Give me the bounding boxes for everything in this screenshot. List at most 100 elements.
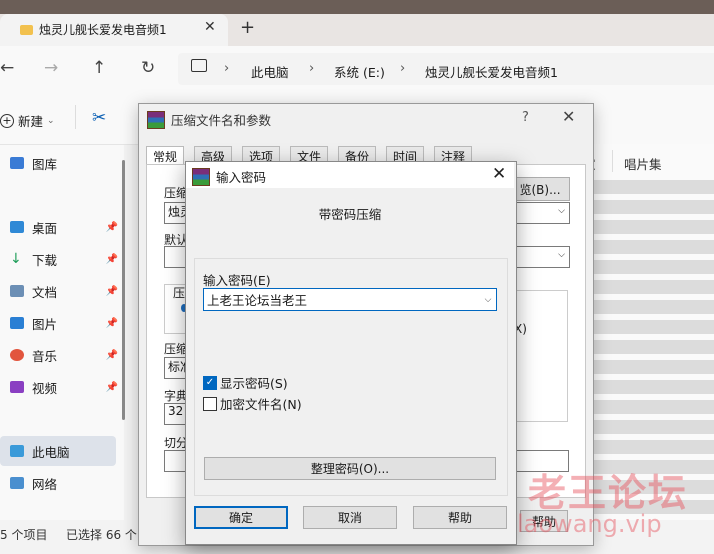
chevron-down-icon: ⌵ bbox=[558, 206, 565, 216]
options-group bbox=[515, 290, 568, 422]
watermark-url: laowang.vip bbox=[517, 510, 662, 538]
file-row-placeholder[interactable] bbox=[591, 240, 714, 254]
network-icon bbox=[10, 477, 24, 489]
winrar-icon bbox=[192, 167, 210, 186]
organize-passwords-button[interactable]: 整理密码(O)... bbox=[204, 457, 496, 480]
file-row-placeholder[interactable] bbox=[591, 360, 714, 374]
sidebar-item-videos[interactable]: 视频 📌 bbox=[10, 375, 118, 399]
column-header-album[interactable]: 唱片集 bbox=[624, 154, 662, 173]
pin-icon: 📌 bbox=[105, 285, 118, 297]
sidebar-item-label: 下载 bbox=[32, 252, 58, 268]
pin-icon: 📌 bbox=[105, 381, 118, 393]
tab-title[interactable]: 烛灵儿舰长爱发电音频1 bbox=[20, 21, 167, 38]
sidebar-item-this-pc[interactable]: 此电脑 bbox=[10, 439, 118, 463]
file-row-placeholder[interactable] bbox=[591, 220, 714, 234]
encrypt-filenames-checkbox[interactable]: 加密文件名(N) bbox=[203, 394, 302, 413]
chevron-down-icon[interactable]: ⌵ bbox=[480, 295, 496, 305]
show-password-label: 显示密码(S) bbox=[220, 376, 288, 391]
sidebar-item-desktop[interactable]: 桌面 📌 bbox=[10, 215, 118, 239]
file-row-placeholder[interactable] bbox=[591, 320, 714, 334]
file-row-placeholder[interactable] bbox=[591, 340, 714, 354]
close-icon[interactable]: ✕ bbox=[562, 107, 575, 126]
sidebar-item-label: 音乐 bbox=[32, 348, 58, 364]
sidebar-item-label: 图库 bbox=[32, 156, 58, 172]
sidebar-item-label: 此电脑 bbox=[32, 444, 70, 460]
close-icon[interactable]: ✕ bbox=[492, 164, 506, 184]
music-icon bbox=[10, 349, 24, 361]
new-tab-button[interactable]: + bbox=[240, 17, 255, 38]
file-row-placeholder[interactable] bbox=[591, 440, 714, 454]
sidebar-item-label: 桌面 bbox=[32, 220, 58, 236]
dictionary-size-value: 32 bbox=[168, 404, 184, 418]
file-row-placeholder[interactable] bbox=[591, 260, 714, 274]
plus-icon: + bbox=[0, 113, 14, 128]
new-button-label: 新建 bbox=[18, 114, 44, 129]
folder-icon bbox=[20, 24, 33, 35]
file-row-placeholder[interactable] bbox=[591, 420, 714, 434]
encrypt-filenames-label: 加密文件名(N) bbox=[220, 397, 302, 412]
breadcrumb-drive[interactable]: 系统 (E:) bbox=[334, 62, 385, 81]
up-icon[interactable]: ↑ bbox=[92, 58, 106, 78]
file-row-placeholder[interactable] bbox=[591, 180, 714, 194]
password-dialog-heading: 带密码压缩 bbox=[318, 207, 382, 222]
chevron-right-icon: › bbox=[309, 61, 315, 76]
sidebar-item-documents[interactable]: 文档 📌 bbox=[10, 279, 118, 303]
help-button[interactable]: 帮助 bbox=[413, 506, 507, 529]
pin-icon: 📌 bbox=[105, 221, 118, 233]
password-value: 上老王论坛当老王 bbox=[207, 293, 308, 308]
ok-button[interactable]: 确定 bbox=[194, 506, 288, 529]
archive-dialog-title: 压缩文件名和参数 bbox=[147, 110, 271, 129]
password-input[interactable]: 上老王论坛当老王 ⌵ bbox=[203, 288, 497, 311]
chevron-right-icon: › bbox=[400, 61, 406, 76]
pc-icon bbox=[10, 445, 24, 457]
file-row-placeholder[interactable] bbox=[591, 280, 714, 294]
winrar-icon bbox=[147, 110, 165, 129]
column-divider bbox=[612, 150, 613, 172]
breadcrumb-this-pc[interactable]: 此电脑 bbox=[251, 62, 289, 81]
sidebar-item-pictures[interactable]: 图片 📌 bbox=[10, 311, 118, 335]
help-icon[interactable]: ? bbox=[522, 110, 529, 125]
file-row-placeholder[interactable] bbox=[591, 400, 714, 414]
forward-icon[interactable]: → bbox=[44, 58, 58, 78]
sidebar-item-gallery[interactable]: 图库 bbox=[10, 151, 118, 175]
file-row-placeholder[interactable] bbox=[591, 380, 714, 394]
pin-icon: 📌 bbox=[105, 253, 118, 265]
cancel-button[interactable]: 取消 bbox=[303, 506, 397, 529]
sidebar-scrollbar[interactable] bbox=[122, 160, 125, 420]
close-tab-icon[interactable]: ✕ bbox=[204, 19, 216, 35]
chevron-down-icon: ⌵ bbox=[558, 250, 565, 260]
chevron-down-icon: ⌄ bbox=[47, 115, 55, 126]
pin-icon: 📌 bbox=[105, 317, 118, 329]
divider bbox=[75, 105, 76, 129]
download-icon: ↓ bbox=[10, 251, 22, 267]
update-mode-label: 压 bbox=[173, 286, 186, 300]
desktop-icon bbox=[10, 221, 24, 233]
watermark-text: 老王论坛 bbox=[528, 470, 689, 515]
file-row-placeholder[interactable] bbox=[591, 300, 714, 314]
status-selected-count: 已选择 66 个 bbox=[66, 528, 137, 542]
password-label: 输入密码(E) bbox=[203, 273, 271, 288]
status-item-count: 5 个项目 bbox=[0, 528, 48, 542]
pictures-icon bbox=[10, 317, 24, 329]
cut-icon[interactable]: ✂ bbox=[92, 108, 106, 128]
sidebar-item-downloads[interactable]: ↓ 下载 📌 bbox=[10, 247, 118, 271]
video-icon bbox=[10, 381, 24, 393]
gallery-icon bbox=[10, 157, 24, 169]
pin-icon: 📌 bbox=[105, 349, 118, 361]
new-button[interactable]: + 新建 ⌄ bbox=[0, 111, 55, 130]
sidebar-item-label: 网络 bbox=[32, 476, 58, 492]
back-icon[interactable]: ← bbox=[0, 58, 14, 78]
refresh-icon[interactable]: ↻ bbox=[141, 58, 155, 78]
browse-button[interactable]: 览(B)... bbox=[510, 177, 570, 201]
checkbox-checked-icon[interactable]: ✓ bbox=[203, 375, 217, 390]
checkbox-unchecked-icon[interactable] bbox=[203, 396, 217, 411]
sidebar-item-network[interactable]: 网络 bbox=[10, 471, 118, 495]
tab-title-label: 烛灵儿舰长爱发电音频1 bbox=[39, 23, 167, 37]
archive-dialog-title-label: 压缩文件名和参数 bbox=[171, 113, 272, 128]
sidebar-item-label: 图片 bbox=[32, 316, 58, 332]
sidebar-item-music[interactable]: 音乐 📌 bbox=[10, 343, 118, 367]
show-password-checkbox[interactable]: ✓ 显示密码(S) bbox=[203, 373, 288, 392]
breadcrumb-folder[interactable]: 烛灵儿舰长爱发电音频1 bbox=[425, 62, 558, 81]
file-row-placeholder[interactable] bbox=[591, 200, 714, 214]
chevron-right-icon: › bbox=[224, 61, 230, 76]
